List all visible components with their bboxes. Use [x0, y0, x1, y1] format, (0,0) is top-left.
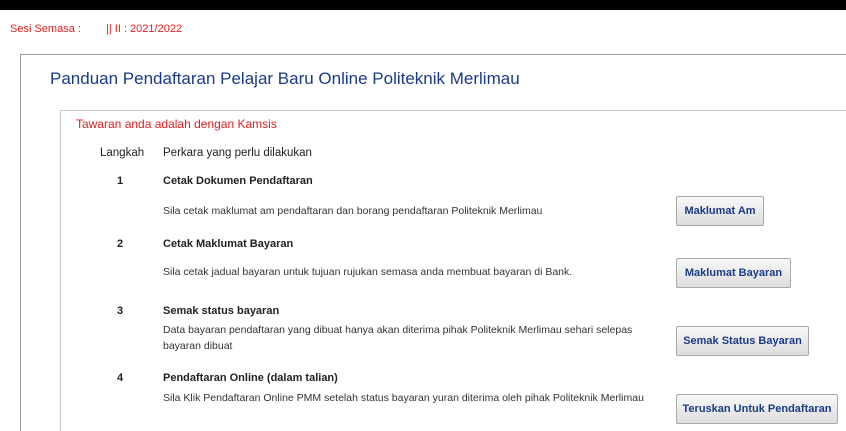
step-number: 1 [117, 175, 124, 187]
step-title: Cetak Maklumat Bayaran [163, 238, 294, 250]
session-value: || II : 2021/2022 [106, 23, 183, 35]
maklumat-am-button[interactable]: Maklumat Am [676, 196, 764, 226]
step-number: 4 [117, 372, 124, 384]
step-title: Cetak Dokumen Pendaftaran [163, 175, 313, 187]
page-title: Panduan Pendaftaran Pelajar Baru Online … [50, 69, 520, 88]
column-header-step: Langkah [100, 147, 145, 159]
step-description: Sila Klik Pendaftaran Online PMM setelah… [163, 392, 644, 404]
step-description: Sila cetak jadual bayaran untuk tujuan r… [163, 266, 573, 278]
offer-notice: Tawaran anda adalah dengan Kamsis [76, 117, 277, 131]
step-description: Data bayaran pendaftaran yang dibuat han… [163, 324, 633, 352]
teruskan-pendaftaran-button[interactable]: Teruskan Untuk Pendaftaran [676, 394, 838, 424]
session-label: Sesi Semasa : [10, 23, 81, 35]
top-border [0, 0, 846, 10]
step-number: 2 [117, 238, 124, 250]
maklumat-bayaran-button[interactable]: Maklumat Bayaran [676, 258, 791, 288]
column-header-task: Perkara yang perlu dilakukan [163, 147, 312, 159]
step-number: 3 [117, 305, 124, 317]
semak-status-bayaran-button[interactable]: Semak Status Bayaran [676, 326, 809, 356]
step-description: Sila cetak maklumat am pendaftaran dan b… [163, 205, 543, 217]
step-title: Semak status bayaran [163, 305, 280, 317]
step-title: Pendaftaran Online (dalam talian) [163, 372, 338, 384]
